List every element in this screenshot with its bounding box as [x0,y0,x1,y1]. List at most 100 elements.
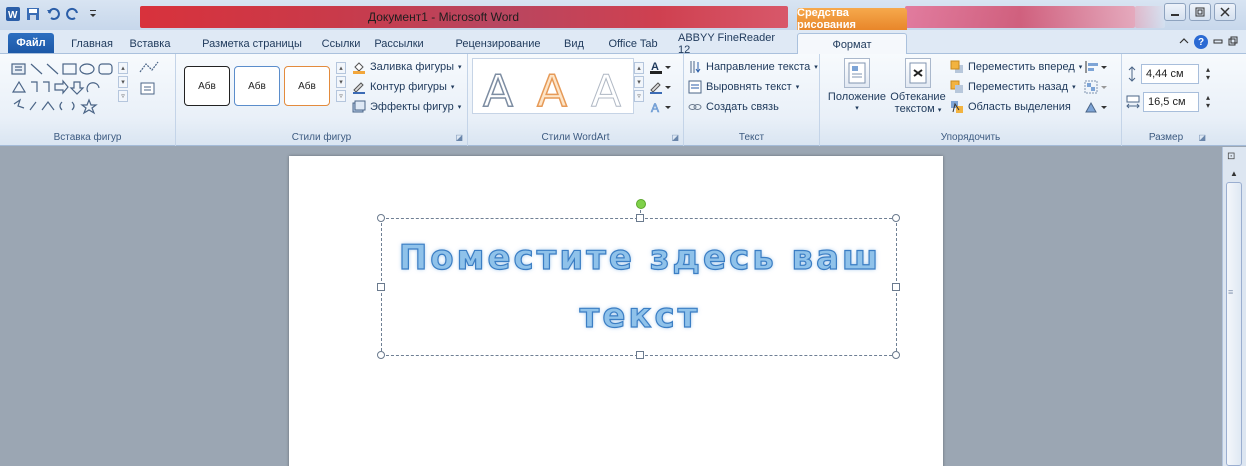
draw-textbox-icon[interactable] [140,82,156,96]
drawing-tools-context-tab: Средства рисования [797,7,907,31]
wordart-gallery[interactable]: A A A [472,58,634,116]
shape-width-input[interactable]: 16,5 см [1143,92,1199,112]
dialog-launcher-icon[interactable]: ◪ [671,133,679,142]
height-spinner[interactable]: ▴ ▾ [1202,64,1214,84]
undo-icon[interactable] [46,7,60,21]
wordart-text[interactable]: Поместите здесь ваш текст [382,229,898,345]
document-page[interactable]: Поместите здесь ваш текст [289,156,943,466]
close-button[interactable] [1214,3,1236,21]
position-button[interactable]: Положение ▾ [824,58,890,115]
group-label: Вставка фигур [53,132,122,143]
scroll-thumb[interactable] [1226,182,1242,466]
rotate-icon[interactable] [1084,100,1108,114]
gallery-more-icon[interactable]: ▿ [634,90,644,102]
ribbon-right-controls: ? [1179,35,1238,49]
restore-button[interactable] [1189,3,1211,21]
align-text-button[interactable]: Выровнять текст ▾ [688,80,799,94]
title-bar-highlight [905,6,1135,28]
dialog-launcher-icon[interactable]: ◪ [455,133,463,142]
text-direction-icon [688,60,702,74]
gallery-up-icon[interactable]: ▴ [336,62,346,74]
resize-handle-left[interactable] [377,283,385,291]
text-fill-icon[interactable]: A [650,60,672,74]
save-icon[interactable] [26,7,40,21]
gallery-down-icon[interactable]: ▾ [118,76,128,88]
minimize-button[interactable] [1164,3,1186,21]
resize-handle-top-left[interactable] [377,214,385,222]
text-direction-button[interactable]: Направление текста ▾ [688,60,818,74]
tab-file[interactable]: Файл [8,33,54,53]
group-objects-icon[interactable] [1084,80,1108,94]
scroll-up-icon[interactable]: ▲ [1230,169,1238,178]
wrap-text-button[interactable]: Обтекание текстом ▾ [890,58,946,117]
group-label: Упорядочить [940,132,1001,143]
group-label: Текст [738,132,765,143]
wordart-gallery-scroll: ▴ ▾ ▿ [634,62,644,102]
title-bar: W Документ1 - Microsoft Word Средства ри… [0,0,1246,31]
shape-style-thumb[interactable]: Абв [284,66,330,106]
width-icon [1126,95,1140,109]
vertical-scrollbar[interactable]: ⊡ ▲ ≡ [1222,147,1246,466]
resize-handle-top[interactable] [636,214,644,222]
ribbon-tab-row: Файл Главная Вставка Разметка страницы С… [0,30,1246,56]
window-controls [1164,3,1236,21]
shape-height-input[interactable]: 4,44 см [1141,64,1199,84]
selection-pane-button[interactable]: Область выделения [950,100,1071,114]
shape-effects-button[interactable]: Эффекты фигур ▾ [352,100,461,114]
gallery-down-icon[interactable]: ▾ [336,76,346,88]
edit-shape-icon[interactable] [138,60,168,76]
group-label: Стили WordArt [541,132,610,143]
doc-minimize-icon[interactable] [1213,36,1223,48]
resize-handle-top-right[interactable] [892,214,900,222]
resize-handle-bottom-left[interactable] [377,351,385,359]
rotation-handle[interactable] [636,199,646,209]
wordart-style-thumb[interactable]: A [590,68,621,115]
wordart-textbox[interactable]: Поместите здесь ваш текст [377,214,900,359]
shape-style-thumb[interactable]: Абв [234,66,280,106]
width-spinner[interactable]: ▴ ▾ [1202,92,1214,112]
gallery-more-icon[interactable]: ▿ [118,90,128,102]
doc-restore-icon[interactable] [1228,36,1238,49]
word-app-icon[interactable]: W [6,7,20,21]
customize-qat-icon[interactable] [86,7,100,21]
shape-fill-button[interactable]: Заливка фигуры ▾ [352,60,462,74]
create-link-button[interactable]: Создать связь [688,100,779,114]
align-icon[interactable] [1084,60,1108,74]
gallery-down-icon[interactable]: ▾ [634,76,644,88]
tab-references[interactable]: Ссылки [318,34,364,54]
wordart-line: текст [579,295,701,336]
tab-page-layout[interactable]: Разметка страницы [200,34,304,54]
help-icon[interactable]: ? [1194,35,1208,49]
tab-review[interactable]: Рецензирование [452,34,544,54]
shape-style-thumb[interactable]: Абв [184,66,230,106]
resize-handle-bottom[interactable] [636,351,644,359]
send-backward-button[interactable]: Переместить назад ▾ [950,80,1076,94]
gallery-up-icon[interactable]: ▴ [634,62,644,74]
tab-home[interactable]: Главная [66,34,118,54]
gallery-more-icon[interactable]: ▿ [336,90,346,102]
group-label: Стили фигур [291,132,352,143]
wordart-style-thumb[interactable]: A [536,68,568,116]
bring-forward-button[interactable]: Переместить вперед ▾ [950,60,1082,74]
shape-outline-button[interactable]: Контур фигуры ▾ [352,80,454,94]
redo-icon[interactable] [66,7,80,21]
resize-handle-right[interactable] [892,283,900,291]
dialog-launcher-icon[interactable]: ◪ [1198,133,1206,142]
dropdown-arrow-icon: ▾ [795,84,800,91]
tab-format[interactable]: Формат [797,33,907,55]
tab-insert[interactable]: Вставка [124,34,176,54]
resize-handle-bottom-right[interactable] [892,351,900,359]
tab-mailings[interactable]: Рассылки [368,34,430,54]
ruler-toggle-icon[interactable]: ⊡ [1227,151,1235,162]
height-icon [1128,66,1136,82]
shape-height-field: 4,44 см ▴ ▾ [1126,64,1214,84]
tab-office-tab[interactable]: Office Tab [605,34,661,54]
minimize-ribbon-icon[interactable] [1179,36,1189,48]
tab-abbyy[interactable]: ABBYY FineReader 12 [678,32,784,56]
text-effects-icon[interactable]: A [650,100,672,114]
pen-icon [352,80,366,94]
wordart-style-thumb[interactable]: A [482,68,514,116]
tab-view[interactable]: Вид [558,34,590,54]
gallery-up-icon[interactable]: ▴ [118,62,128,74]
text-outline-icon[interactable] [650,80,672,94]
